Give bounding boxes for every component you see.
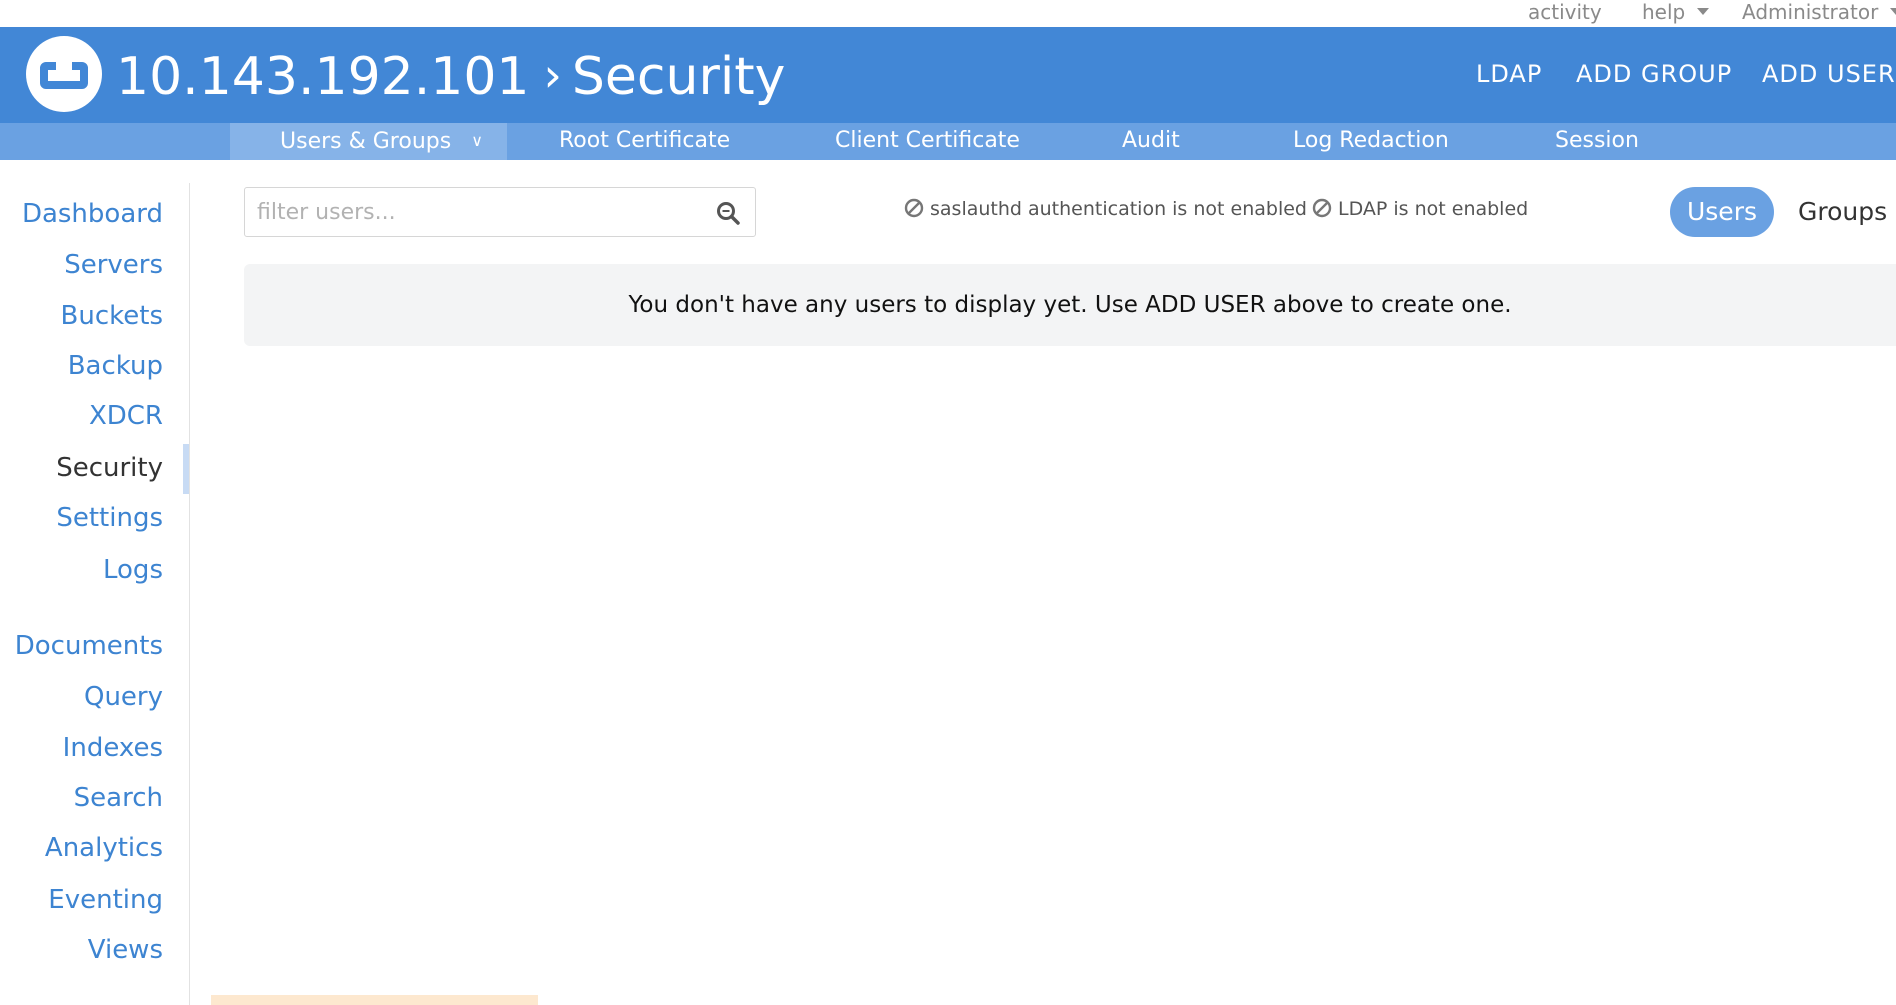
- user-label: Administrator: [1742, 0, 1879, 24]
- page-title: 10.143.192.101 › Security: [116, 44, 785, 108]
- sidebar-item-backup[interactable]: Backup: [68, 350, 163, 382]
- host-name: 10.143.192.101: [116, 47, 530, 107]
- sidebar-item-logs[interactable]: Logs: [103, 554, 163, 586]
- user-menu[interactable]: Administrator: [1742, 0, 1896, 27]
- caret-down-icon: [1890, 8, 1896, 15]
- add-user-button[interactable]: ADD USER: [1762, 59, 1896, 89]
- sidebar-divider: [189, 183, 190, 1005]
- tab-client-certificate[interactable]: Client Certificate: [835, 123, 1020, 160]
- couchbase-logo-icon[interactable]: [26, 36, 102, 112]
- groups-toggle-button[interactable]: Groups: [1798, 187, 1887, 237]
- sidebar-item-dashboard[interactable]: Dashboard: [22, 198, 163, 230]
- bottom-notification-strip: [211, 995, 538, 1005]
- tab-log-redaction[interactable]: Log Redaction: [1293, 123, 1449, 160]
- empty-users-message: You don't have any users to display yet.…: [628, 292, 1512, 318]
- sidebar-item-views[interactable]: Views: [88, 934, 163, 966]
- filter-users-field[interactable]: [244, 187, 756, 237]
- utility-bar: activity help Administrator: [0, 0, 1896, 27]
- users-toggle-button[interactable]: Users: [1670, 187, 1774, 237]
- activity-link[interactable]: activity: [1528, 0, 1602, 27]
- saslauthd-status: saslauthd authentication is not enabled: [904, 196, 1307, 222]
- tab-root-certificate[interactable]: Root Certificate: [559, 123, 730, 160]
- filter-users-input[interactable]: [257, 196, 697, 228]
- sidebar-item-xdcr[interactable]: XDCR: [89, 400, 163, 432]
- tab-users-groups[interactable]: Users & Groups ∨: [230, 123, 507, 160]
- sidebar-item-indexes[interactable]: Indexes: [63, 732, 163, 764]
- tab-label: Users & Groups: [280, 129, 452, 154]
- security-subnav: Users & Groups ∨ Root Certificate Client …: [0, 123, 1896, 160]
- saslauthd-status-text: saslauthd authentication is not enabled: [930, 198, 1307, 220]
- sidebar-item-documents[interactable]: Documents: [15, 630, 163, 662]
- search-icon[interactable]: [715, 200, 741, 226]
- ban-icon: [1312, 198, 1332, 218]
- tab-session[interactable]: Session: [1555, 123, 1639, 160]
- ban-icon: [904, 198, 924, 218]
- app-header: 10.143.192.101 › Security LDAP ADD GROUP A…: [0, 27, 1896, 123]
- ldap-status: LDAP is not enabled: [1312, 196, 1528, 222]
- sidebar-item-eventing[interactable]: Eventing: [48, 884, 163, 916]
- sidebar-item-servers[interactable]: Servers: [64, 249, 163, 281]
- sidebar-item-security[interactable]: Security: [56, 452, 163, 484]
- help-menu[interactable]: help: [1642, 0, 1710, 27]
- sidebar-item-query[interactable]: Query: [84, 681, 163, 713]
- ldap-button[interactable]: LDAP: [1476, 59, 1542, 89]
- tab-audit[interactable]: Audit: [1122, 123, 1180, 160]
- help-label: help: [1642, 0, 1686, 24]
- add-group-button[interactable]: ADD GROUP: [1576, 59, 1732, 89]
- sidebar-item-search[interactable]: Search: [74, 782, 163, 814]
- sidebar-item-analytics[interactable]: Analytics: [45, 832, 163, 864]
- sidebar-item-settings[interactable]: Settings: [56, 502, 163, 534]
- caret-down-icon: [1697, 8, 1710, 15]
- sidebar-item-buckets[interactable]: Buckets: [61, 300, 163, 332]
- empty-users-panel: You don't have any users to display yet.…: [244, 264, 1896, 346]
- chevron-down-icon: ∨: [471, 131, 483, 150]
- ldap-status-text: LDAP is not enabled: [1338, 198, 1529, 220]
- section-name: Security: [571, 47, 786, 107]
- breadcrumb-separator: ›: [543, 48, 562, 102]
